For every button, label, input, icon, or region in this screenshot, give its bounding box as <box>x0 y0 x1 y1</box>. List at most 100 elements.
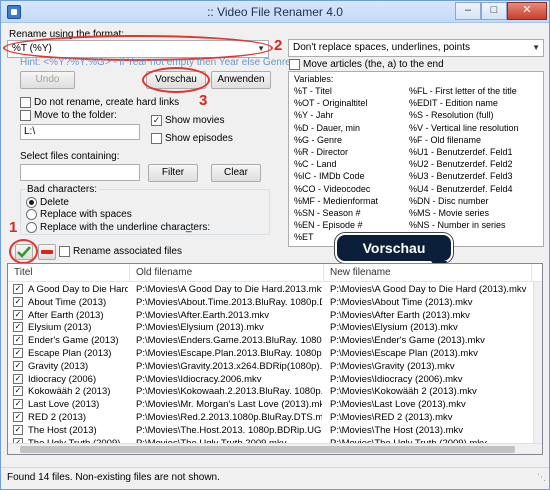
move-folder-label: Move to the folder: <box>34 110 117 121</box>
replace-underline-radio[interactable] <box>26 222 37 233</box>
show-episodes-checkbox[interactable] <box>151 133 162 144</box>
table-row[interactable]: ✓ After Earth (2013) P:\Movies\After.Earth… <box>8 309 542 322</box>
cell-old-filename: P:\Movies\Escape.Plan.2013.BluRay. 1080p… <box>136 348 322 359</box>
delete-label: Delete <box>40 197 69 208</box>
format-hint: Hint: <%Y?%Y:%G> - if Year not empty the… <box>20 57 291 68</box>
variable-item: %S - Resolution (full) <box>409 110 494 121</box>
close-button[interactable]: ✕ <box>507 2 547 20</box>
table-row[interactable]: ✓ Gravity (2013) P:\Movies\Gravity.2013.x2… <box>8 360 542 373</box>
move-articles-checkbox[interactable] <box>289 59 300 70</box>
row-checkbox[interactable]: ✓ <box>13 348 23 358</box>
cell-new-filename: P:\Movies\A Good Day to Die Hard (2013).… <box>330 284 527 295</box>
row-checkbox[interactable]: ✓ <box>13 322 23 333</box>
horizontal-scrollbar[interactable] <box>8 443 542 454</box>
show-movies-checkbox[interactable]: ✓ <box>151 115 162 126</box>
no-rename-checkbox[interactable] <box>20 97 31 108</box>
cell-new-filename: P:\Movies\Escape Plan (2013).mkv <box>330 348 478 359</box>
cell-new-filename: P:\Movies\Gravity (2013).mkv <box>330 360 455 372</box>
table-row[interactable]: ✓ Last Love (2013) P:\Movies\Mr. Morgan's … <box>8 398 542 411</box>
row-checkbox[interactable]: ✓ <box>13 309 23 320</box>
cell-old-filename: P:\Movies\Kokowaah.2.2013.BluRay. 1080p.… <box>136 386 322 398</box>
cell-new-filename: P:\Movies\Kokowääh 2 (2013).mkv <box>330 386 477 398</box>
folder-input[interactable]: L:\ <box>20 124 140 140</box>
cell-old-filename: P:\Movies\Mr. Morgan's Last Love (2013).… <box>136 399 322 411</box>
cell-title: Ender's Game (2013) <box>28 335 119 347</box>
row-checkbox[interactable]: ✓ <box>13 335 23 346</box>
column-header-new-filename[interactable]: New filename <box>324 264 532 282</box>
spaces-combobox[interactable]: Don't replace spaces, underlines, points… <box>288 39 544 57</box>
row-checkbox[interactable]: ✓ <box>13 386 23 397</box>
cell-new-filename: P:\Movies\Last Love (2013).mkv <box>330 399 466 411</box>
row-checkbox[interactable]: ✓ <box>13 373 23 384</box>
table-row[interactable]: ✓ Elysium (2013) P:\Movies\Elysium (2013).… <box>8 321 542 334</box>
scrollbar-thumb[interactable] <box>20 446 515 453</box>
variable-item: %ET <box>294 232 314 243</box>
apply-button[interactable]: Anwenden <box>211 71 271 89</box>
move-articles-label: Move articles (the, a) to the end <box>303 59 444 70</box>
cell-old-filename: P:\Movies\The.Host.2013. 1080p.BDRip.UG.… <box>136 424 322 436</box>
cell-old-filename: P:\Movies\A Good Day to Die Hard.2013.mk… <box>136 284 322 295</box>
replace-spaces-radio[interactable] <box>26 209 37 220</box>
variable-item: %Y - Jahr <box>294 110 334 121</box>
cell-old-filename: P:\Movies\Red.2.2013.1080p.BluRay.DTS.mk… <box>136 412 322 423</box>
select-files-label: Select files containing: <box>20 151 120 162</box>
minimize-button[interactable]: – <box>455 2 481 20</box>
row-checkbox[interactable]: ✓ <box>13 284 23 294</box>
column-header-title[interactable]: Titel <box>8 264 130 282</box>
title-bar: :: Video File Renamer 4.0 – □ ✕ <box>1 1 549 23</box>
files-table[interactable]: Titel Old filename New filename ✓ A Good … <box>7 263 543 455</box>
variable-item: %MF - Medienformat <box>294 195 379 206</box>
rename-assoc-checkbox[interactable] <box>59 246 70 257</box>
variable-item: %FL - First letter of the title <box>409 86 517 96</box>
cell-new-filename: P:\Movies\About Time (2013).mkv <box>330 296 473 308</box>
row-checkbox[interactable]: ✓ <box>13 296 23 307</box>
variable-item: %CO - Videocodec <box>294 183 371 194</box>
resize-grip-icon[interactable]: ⋱ <box>537 467 546 487</box>
move-folder-checkbox[interactable] <box>20 110 31 121</box>
chevron-down-icon[interactable]: ▼ <box>532 40 540 56</box>
cell-old-filename: P:\Movies\Enders.Game.2013.BluRay. 1080p… <box>136 335 322 347</box>
row-checkbox[interactable]: ✓ <box>13 424 23 435</box>
table-row[interactable]: ✓ The Host (2013) P:\Movies\The.Host.2013.… <box>8 424 542 437</box>
table-row[interactable]: ✓ Escape Plan (2013) P:\Movies\Escape.Plan… <box>8 347 542 360</box>
cell-title: The Host (2013) <box>28 424 97 436</box>
delete-radio[interactable] <box>26 197 37 208</box>
table-row[interactable]: ✓ RED 2 (2013) P:\Movies\Red.2.2013.1080p.… <box>8 411 542 424</box>
status-bar: Found 14 files. Non-existing files are n… <box>1 467 549 489</box>
table-row[interactable]: ✓ About Time (2013) P:\Movies\About.Time.2… <box>8 296 542 309</box>
underline-char-input[interactable]: _ <box>186 222 192 233</box>
filter-input[interactable] <box>20 164 140 181</box>
clear-button[interactable]: Clear <box>211 164 261 182</box>
vertical-scrollbar[interactable] <box>533 282 542 443</box>
variable-item: %SN - Season # <box>294 208 361 218</box>
row-checkbox[interactable]: ✓ <box>13 412 23 422</box>
row-checkbox[interactable]: ✓ <box>13 360 23 371</box>
cell-new-filename: P:\Movies\Ender's Game (2013).mkv <box>330 335 485 347</box>
annotation-oval-check <box>9 239 38 264</box>
variable-item: %DN - Disc number <box>409 195 489 206</box>
variable-item: %U2 - Benutzerdef. Feld2 <box>409 159 513 170</box>
replace-underline-label: Replace with the underline characters: <box>40 222 211 233</box>
undo-button[interactable]: Undo <box>20 71 75 89</box>
cell-old-filename: P:\Movies\Elysium (2013).mkv <box>136 322 264 334</box>
variable-item: %D - Dauer, min <box>294 122 361 133</box>
column-header-old-filename[interactable]: Old filename <box>130 264 324 282</box>
variable-item: %F - Old filename <box>409 134 482 145</box>
row-checkbox[interactable]: ✓ <box>13 399 23 410</box>
uncheck-all-button[interactable] <box>38 244 56 260</box>
variable-item: %EDIT - Edition name <box>409 98 498 109</box>
table-row[interactable]: ✓ Idiocracy (2006) P:\Movies\Idiocracy.200… <box>8 373 542 386</box>
filter-button[interactable]: Filter <box>148 164 198 182</box>
table-row[interactable]: ✓ A Good Day to Die Hard... P:\Movies\A Go… <box>8 283 542 296</box>
annotation-number-3: 3 <box>199 92 208 109</box>
replace-spaces-label: Replace with spaces <box>40 209 132 220</box>
table-row[interactable]: ✓ Ender's Game (2013) P:\Movies\Enders.Gam… <box>8 334 542 347</box>
cell-new-filename: P:\Movies\After Earth (2013).mkv <box>330 309 470 321</box>
maximize-button[interactable]: □ <box>481 2 507 20</box>
cell-title: A Good Day to Die Hard... <box>28 284 128 295</box>
variable-item: %U4 - Benutzerdef. Feld4 <box>409 183 513 194</box>
cell-title: About Time (2013) <box>28 296 107 308</box>
cell-old-filename: P:\Movies\After.Earth.2013.mkv <box>136 309 270 321</box>
table-row[interactable]: ✓ Kokowääh 2 (2013) P:\Movies\Kokowaah.2.2… <box>8 385 542 398</box>
variable-item: %OT - Originaltitel <box>294 98 368 109</box>
